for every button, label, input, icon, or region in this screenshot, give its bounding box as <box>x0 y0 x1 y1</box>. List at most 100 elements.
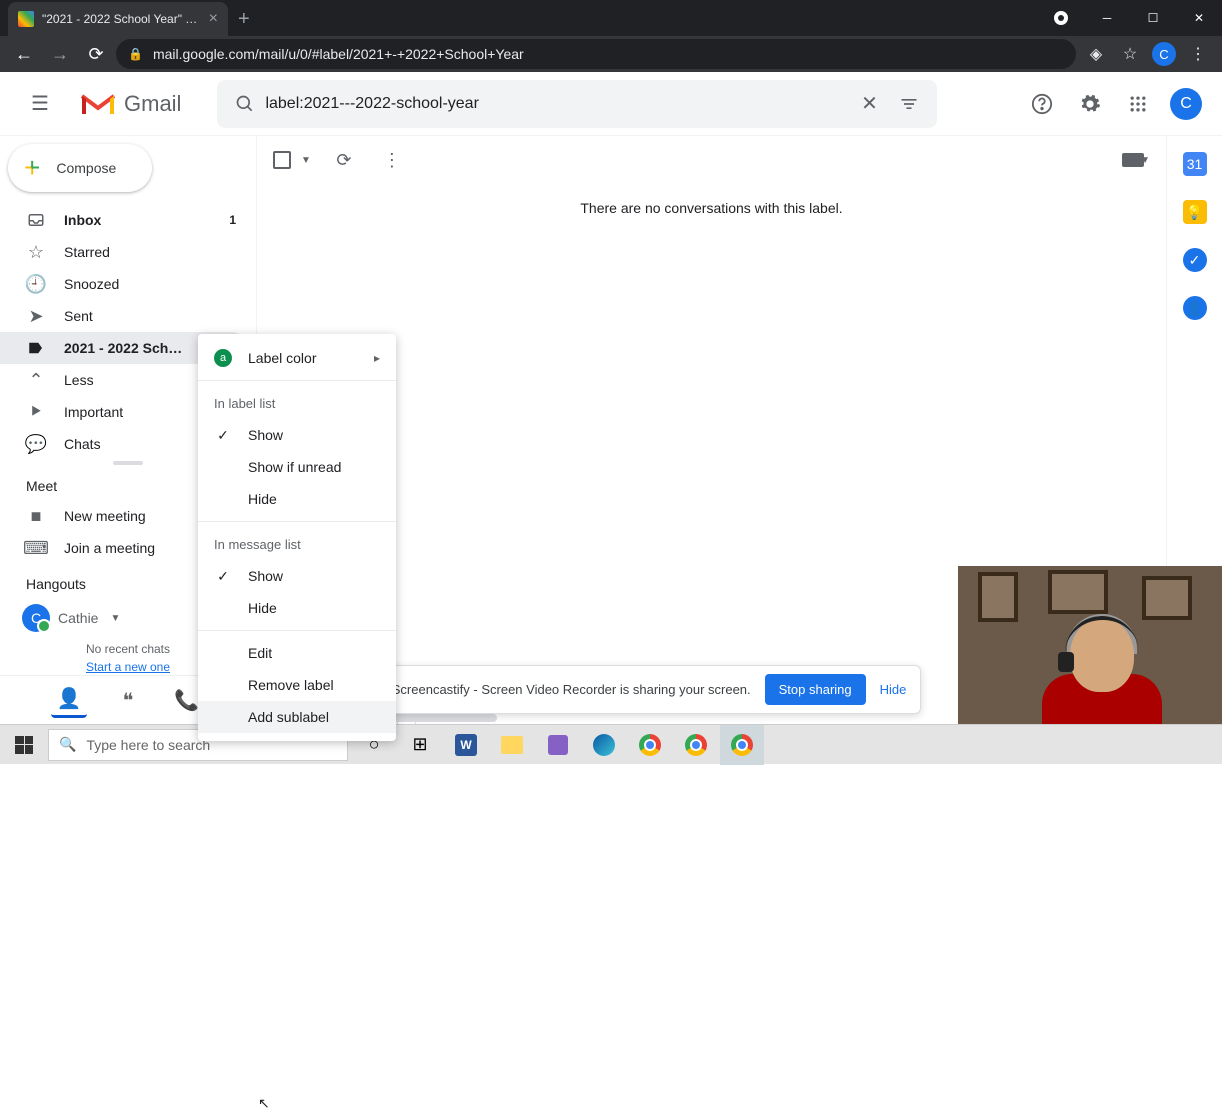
chevron-down-icon[interactable]: ▼ <box>110 613 120 624</box>
start-button[interactable] <box>0 725 48 765</box>
browser-tab[interactable]: "2021 - 2022 School Year" - murf × <box>8 2 228 36</box>
chrome-menu-icon[interactable]: ⋮ <box>1182 38 1214 70</box>
chrome-app-icon[interactable] <box>628 725 672 765</box>
back-button[interactable]: ← <box>8 38 40 70</box>
browser-chrome: "2021 - 2022 School Year" - murf × + ─ ☐… <box>0 0 1222 72</box>
star-icon: ☆ <box>26 242 46 263</box>
menu-show-in-list[interactable]: ✓ Show <box>198 419 396 451</box>
label-tag-icon <box>26 339 46 357</box>
hangouts-username: Cathie <box>58 610 98 626</box>
extension-icon[interactable]: ◈ <box>1080 38 1112 70</box>
chrome-app-icon-active[interactable] <box>720 725 764 765</box>
search-icon[interactable] <box>225 94 265 114</box>
sidebar-item-sent[interactable]: ➤ Sent <box>0 300 248 332</box>
keep-icon[interactable]: 💡 <box>1183 200 1207 224</box>
sidebar-item-label: Chats <box>64 436 101 452</box>
person-tab-icon[interactable]: 👤 <box>51 682 87 718</box>
contacts-icon[interactable]: 👤 <box>1183 296 1207 320</box>
screen-sharing-notification: || Screencastify - Screen Video Recorder… <box>360 665 921 714</box>
search-box[interactable]: ✕ <box>217 80 937 128</box>
menu-add-sublabel[interactable]: Add sublabel ↖ <box>198 701 396 733</box>
check-icon: ✓ <box>214 568 232 585</box>
clear-search-icon[interactable]: ✕ <box>849 91 889 116</box>
file-explorer-icon[interactable] <box>490 725 534 765</box>
gmail-header: ☰ Gmail ✕ C <box>0 72 1222 136</box>
sidebar-item-inbox[interactable]: Inbox 1 <box>0 204 248 236</box>
sidebar-item-label: Sent <box>64 308 93 324</box>
menu-section-message-list: In message list <box>198 528 396 560</box>
menu-show-in-messages[interactable]: ✓ Show <box>198 560 396 592</box>
sidebar-item-label: Snoozed <box>64 276 119 292</box>
sidebar-item-label: Important <box>64 404 123 420</box>
sidebar-item-snoozed[interactable]: 🕘 Snoozed <box>0 268 248 300</box>
new-tab-button[interactable]: + <box>238 2 250 36</box>
keyboard-icon: ⌨ <box>26 538 46 559</box>
menu-hide-in-list[interactable]: Hide <box>198 483 396 515</box>
tab-title: "2021 - 2022 School Year" - murf <box>42 12 201 26</box>
calendar-icon[interactable]: 31 <box>1183 152 1207 176</box>
profile-button[interactable]: C <box>1148 38 1180 70</box>
gmail-logo[interactable]: Gmail <box>80 90 181 118</box>
tab-bar: "2021 - 2022 School Year" - murf × + ─ ☐… <box>0 0 1222 36</box>
menu-remove-label[interactable]: Remove label <box>198 669 396 701</box>
chevron-up-icon: ⌃ <box>26 370 46 391</box>
forward-button[interactable]: → <box>44 38 76 70</box>
maximize-button[interactable]: ☐ <box>1130 0 1176 36</box>
search-options-icon[interactable] <box>889 94 929 114</box>
minimize-button[interactable]: ─ <box>1084 0 1130 36</box>
compose-button[interactable]: + Compose <box>8 144 152 192</box>
important-icon: ⯈ <box>26 402 46 423</box>
account-avatar[interactable]: C <box>1166 84 1206 124</box>
more-actions-icon[interactable]: ⋮ <box>377 150 407 171</box>
clock-icon: 🕘 <box>26 274 46 295</box>
menu-label-color[interactable]: a Label color ▸ <box>198 342 396 374</box>
sidebar-item-label: Less <box>64 372 94 388</box>
search-placeholder: Type here to search <box>86 737 210 753</box>
mouse-cursor-icon: ↖ <box>258 1095 270 1112</box>
search-input[interactable] <box>265 95 849 113</box>
sidebar-item-starred[interactable]: ☆ Starred <box>0 236 248 268</box>
menu-divider <box>198 630 396 631</box>
support-icon[interactable] <box>1022 84 1062 124</box>
teams-app-icon[interactable] <box>536 725 580 765</box>
reload-button[interactable]: ⟳ <box>80 38 112 70</box>
apps-grid-icon[interactable] <box>1118 84 1158 124</box>
menu-edit-label[interactable]: Edit <box>198 637 396 669</box>
tasks-icon[interactable]: ✓ <box>1183 248 1207 272</box>
edge-app-icon[interactable] <box>582 725 626 765</box>
hangouts-tab-icon[interactable]: ❝ <box>110 682 146 718</box>
inbox-count: 1 <box>229 213 236 227</box>
close-window-button[interactable]: ✕ <box>1176 0 1222 36</box>
send-icon: ➤ <box>26 306 46 327</box>
submenu-arrow-icon: ▸ <box>374 351 380 365</box>
url-text: mail.google.com/mail/u/0/#label/2021+-+2… <box>153 46 524 62</box>
input-tool-dropdown-icon[interactable]: ▼ <box>1140 155 1150 166</box>
close-tab-icon[interactable]: × <box>209 10 218 28</box>
color-swatch-icon: a <box>214 349 232 367</box>
hide-notification-link[interactable]: Hide <box>880 682 907 697</box>
menu-divider <box>198 521 396 522</box>
refresh-icon[interactable]: ⟳ <box>329 150 359 171</box>
window-controls: ─ ☐ ✕ <box>1038 0 1222 36</box>
video-icon: ■ <box>26 506 46 527</box>
recording-indicator-icon[interactable] <box>1038 0 1084 36</box>
picture-frame <box>978 572 1018 622</box>
select-dropdown-icon[interactable]: ▼ <box>301 155 311 166</box>
task-view-icon[interactable]: ⊞ <box>398 725 442 765</box>
word-app-icon[interactable]: W <box>444 725 488 765</box>
chat-bubble-icon: 💬 <box>26 434 46 455</box>
mail-toolbar: ▼ ⟳ ⋮ ▼ <box>257 136 1166 184</box>
sidebar-item-label: Inbox <box>64 212 101 228</box>
bookmark-star-icon[interactable]: ☆ <box>1114 38 1146 70</box>
main-menu-icon[interactable]: ☰ <box>16 80 64 128</box>
menu-section-label-list: In label list <box>198 387 396 419</box>
check-icon: ✓ <box>214 427 232 444</box>
url-field[interactable]: 🔒 mail.google.com/mail/u/0/#label/2021+-… <box>116 39 1076 69</box>
settings-gear-icon[interactable] <box>1070 84 1110 124</box>
menu-show-if-unread[interactable]: Show if unread <box>198 451 396 483</box>
stop-sharing-button[interactable]: Stop sharing <box>765 674 866 705</box>
sidebar-item-label: New meeting <box>64 508 146 524</box>
menu-hide-in-messages[interactable]: Hide <box>198 592 396 624</box>
chrome-app-icon-2[interactable] <box>674 725 718 765</box>
select-all-checkbox[interactable] <box>273 151 291 169</box>
